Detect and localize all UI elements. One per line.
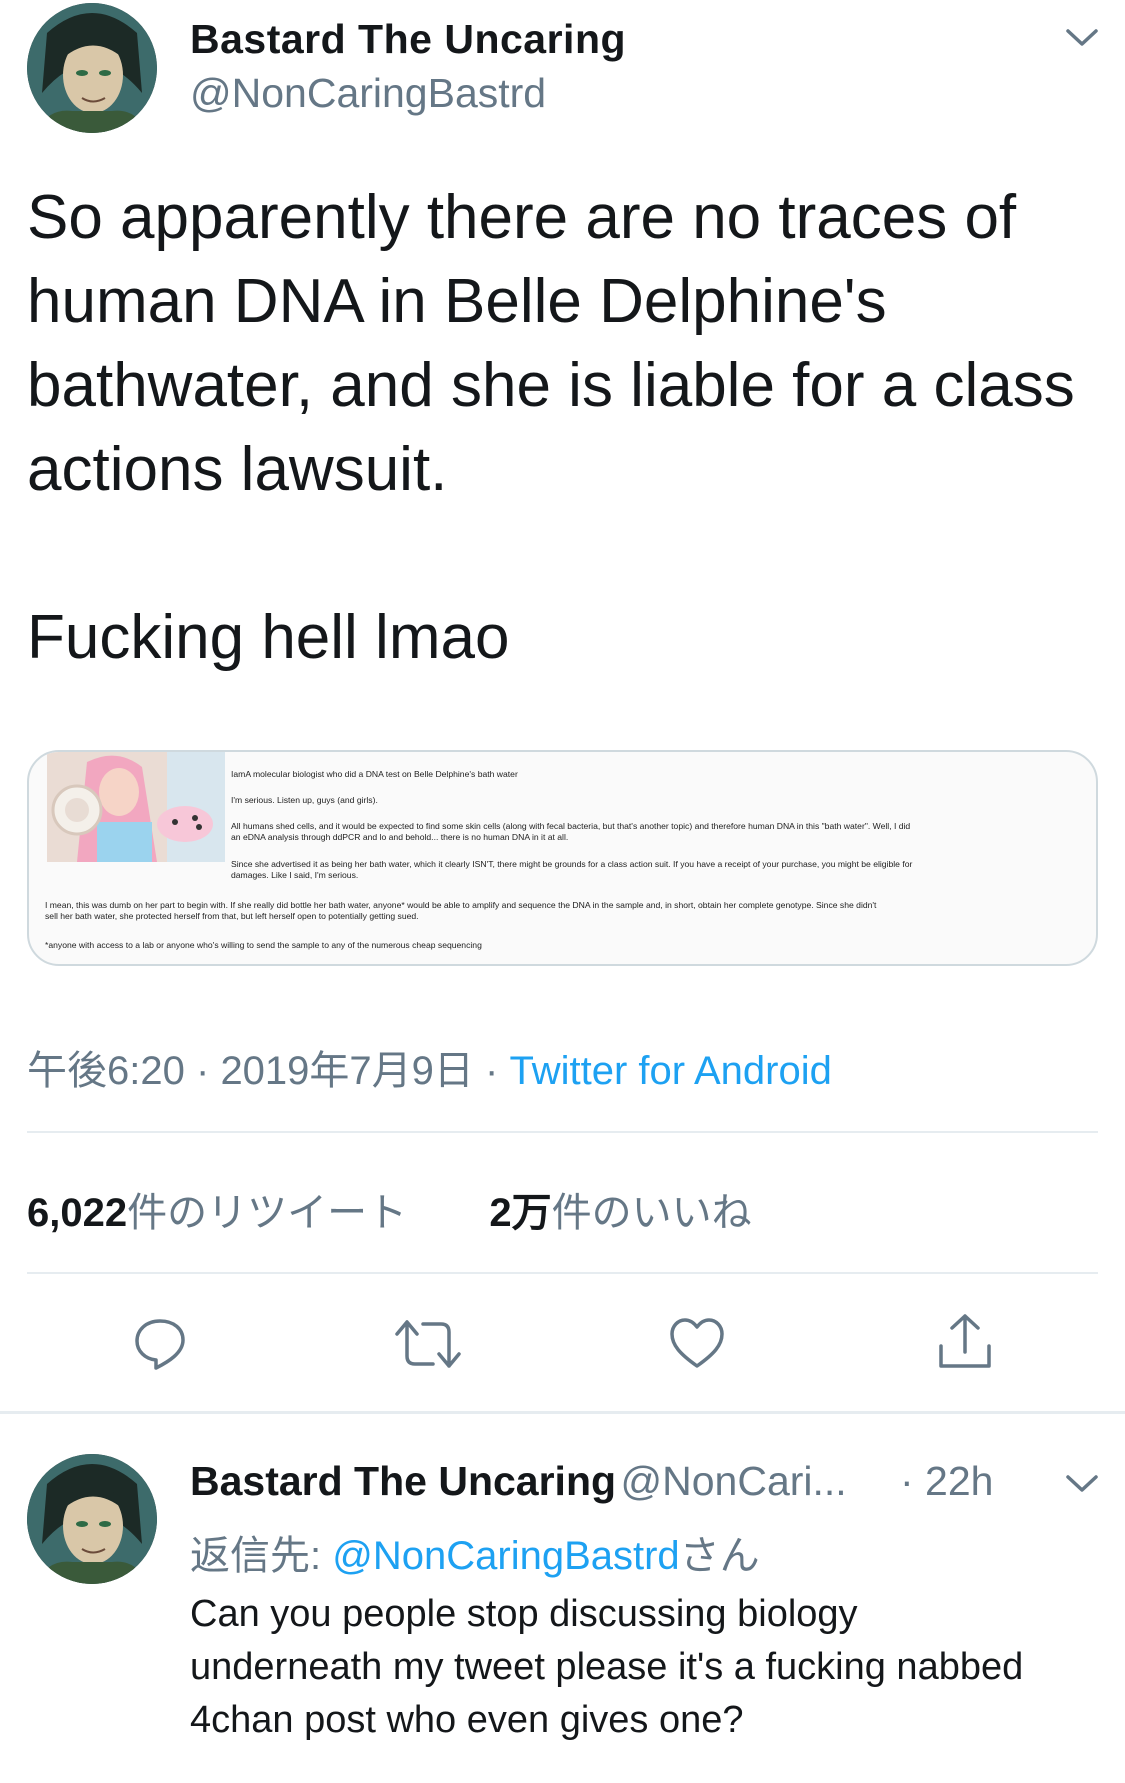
tweet-date[interactable]: 2019年7月9日 <box>220 1049 473 1093</box>
meta-separator: · <box>485 1049 499 1093</box>
tweet-meta: 午後6:20 · 2019年7月9日 · Twitter for Android <box>27 1038 832 1096</box>
reply-handle[interactable]: @NonCari... <box>621 1458 847 1504</box>
handle[interactable]: @NonCaringBastrd <box>190 70 546 117</box>
retweet-icon[interactable] <box>393 1318 463 1370</box>
card-line: IamA molecular biologist who did a DNA t… <box>231 769 518 779</box>
reply-header: Bastard The Uncaring @NonCari... <box>190 1458 847 1505</box>
retweet-stat[interactable]: 6,022件のリツイート <box>27 1191 407 1235</box>
tweet-time[interactable]: 午後6:20 <box>27 1049 185 1093</box>
reply-time[interactable]: · 22h <box>900 1458 993 1505</box>
attached-image[interactable]: IamA molecular biologist who did a DNA t… <box>27 750 1098 966</box>
tweet-text: So apparently there are no traces of hum… <box>27 183 1075 672</box>
reply-avatar[interactable] <box>27 1454 157 1584</box>
reply-mention[interactable]: @NonCaringBastrd <box>332 1534 679 1578</box>
card-line: an eDNA analysis through ddPCR and lo an… <box>231 832 569 842</box>
reply-chevron-down-icon[interactable] <box>1062 1468 1102 1498</box>
tweet-source[interactable]: Twitter for Android <box>510 1049 832 1093</box>
like-icon[interactable] <box>668 1316 726 1370</box>
card-line: I mean, this was dumb on her part to beg… <box>45 900 877 910</box>
divider <box>0 1411 1125 1414</box>
avatar[interactable] <box>27 3 157 133</box>
thumbnail-photo <box>47 752 225 862</box>
tweet-stats: 6,022件のリツイート 2万件のいいね <box>27 1180 752 1238</box>
display-name[interactable]: Bastard The Uncaring <box>190 16 626 63</box>
like-stat[interactable]: 2万件のいいね <box>489 1191 751 1235</box>
card-line: I'm serious. Listen up, guys (and girls)… <box>231 795 378 805</box>
meta-separator: · <box>195 1049 210 1093</box>
divider <box>27 1131 1098 1133</box>
share-icon[interactable] <box>936 1312 994 1372</box>
reply-icon[interactable] <box>132 1315 188 1371</box>
retweet-count: 6,022 <box>27 1191 128 1235</box>
like-label: 件のいいね <box>551 1191 752 1235</box>
card-line: damages. Like I said, I'm serious. <box>231 870 359 880</box>
retweet-label: 件のリツイート <box>127 1191 408 1235</box>
reply-suffix: さん <box>679 1534 760 1578</box>
reply-prefix: 返信先: <box>190 1534 322 1578</box>
like-count: 2万 <box>489 1191 552 1235</box>
replying-to: 返信先: @NonCaringBastrdさん <box>190 1523 760 1581</box>
card-line: *anyone with access to a lab or anyone w… <box>45 940 482 950</box>
reply-text: Can you people stop discussing biology u… <box>190 1593 1024 1741</box>
reply-display-name[interactable]: Bastard The Uncaring <box>190 1458 616 1504</box>
card-line: sell her bath water, she protected herse… <box>45 911 419 921</box>
chevron-down-icon[interactable] <box>1062 22 1102 52</box>
divider <box>27 1272 1098 1274</box>
card-line: Since she advertised it as being her bat… <box>231 859 913 869</box>
card-line: All humans shed cells, and it would be e… <box>231 821 911 831</box>
